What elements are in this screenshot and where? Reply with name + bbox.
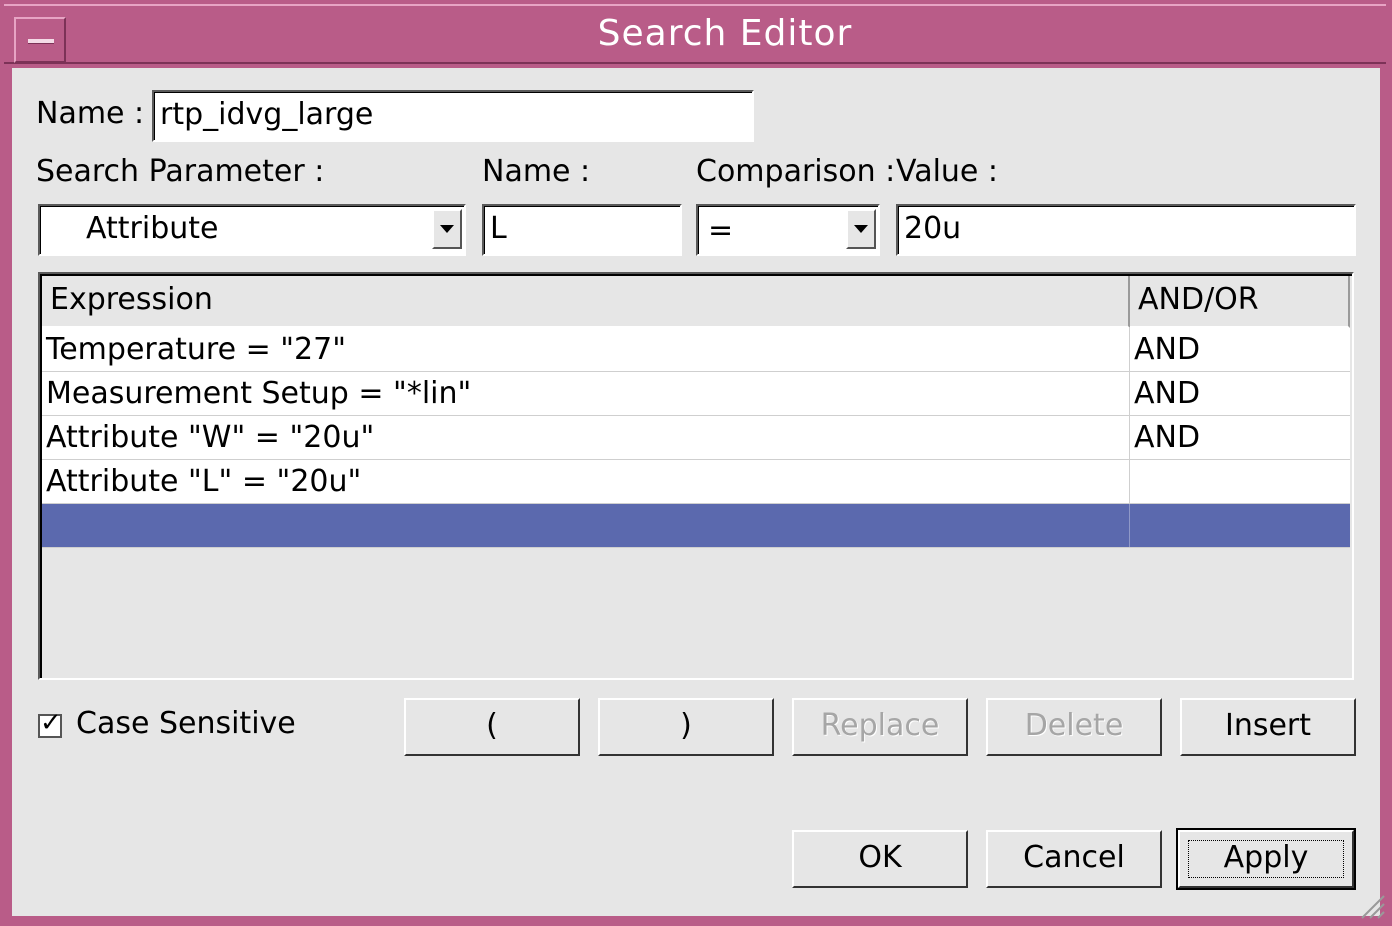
column-header-andor[interactable]: AND/OR — [1130, 276, 1350, 328]
open-paren-button[interactable]: ( — [404, 698, 580, 756]
focus-ring — [1188, 840, 1344, 878]
value-input[interactable]: 20u — [896, 204, 1356, 256]
window-title: Search Editor — [597, 13, 853, 54]
parameter-name-input[interactable]: L — [482, 204, 682, 256]
dropdown-arrow-icon[interactable] — [432, 209, 462, 249]
case-sensitive-checkbox[interactable]: ✓ — [38, 708, 62, 738]
table-header: Expression AND/OR — [42, 276, 1350, 328]
andor-cell: AND — [1134, 376, 1201, 411]
andor-cell: AND — [1134, 420, 1201, 455]
expression-cell — [42, 504, 1130, 547]
comparison-label: Comparison : — [696, 154, 896, 189]
insert-button[interactable]: Insert — [1180, 698, 1356, 756]
name-input[interactable]: rtp_idvg_large — [152, 90, 754, 142]
value-label: Value : — [896, 154, 999, 189]
close-paren-button[interactable]: ) — [598, 698, 774, 756]
case-sensitive-label[interactable]: Case Sensitive — [76, 706, 296, 741]
column-header-expression[interactable]: Expression — [42, 276, 1130, 328]
ok-button[interactable]: OK — [792, 830, 968, 888]
delete-button[interactable]: Delete — [986, 698, 1162, 756]
apply-button[interactable]: Apply — [1176, 828, 1356, 890]
resize-grip-icon[interactable] — [1358, 892, 1386, 920]
search-parameter-selected: Attribute — [86, 211, 219, 246]
comparison-selected: = — [708, 213, 734, 248]
expression-cell: Attribute "W" = "20u" — [42, 416, 1130, 459]
andor-cell — [1130, 504, 1350, 547]
name-label: Name : — [36, 96, 145, 131]
search-parameter-select[interactable]: Attribute — [38, 204, 466, 256]
andor-cell — [1130, 460, 1350, 503]
expression-cell: Temperature = "27" — [42, 328, 1130, 371]
dropdown-arrow-icon[interactable] — [846, 209, 876, 249]
title-bar[interactable]: Search Editor — [4, 4, 1386, 64]
replace-button[interactable]: Replace — [792, 698, 968, 756]
window-menu-button[interactable] — [14, 17, 66, 63]
dialog-body: Name : rtp_idvg_large Search Parameter :… — [12, 68, 1380, 916]
expression-cell: Measurement Setup = "*lin" — [42, 372, 1130, 415]
comparison-select[interactable]: = — [696, 204, 880, 256]
checkmark-icon: ✓ — [40, 708, 62, 738]
parameter-name-label: Name : — [482, 154, 591, 189]
search-editor-window: Search Editor Name : rtp_idvg_large Sear… — [0, 0, 1392, 926]
table-row[interactable]: Attribute "L" = "20u" — [42, 460, 1350, 504]
table-row[interactable]: Temperature = "27" AND — [42, 328, 1350, 372]
expression-cell: Attribute "L" = "20u" — [42, 460, 1130, 503]
cancel-button[interactable]: Cancel — [986, 830, 1162, 888]
window-menu-icon — [28, 39, 54, 44]
table-row-selected[interactable] — [42, 504, 1350, 548]
table-row[interactable]: Measurement Setup = "*lin" AND — [42, 372, 1350, 416]
expression-table[interactable]: Expression AND/OR Temperature = "27" AND… — [38, 272, 1354, 680]
search-parameter-label: Search Parameter : — [36, 154, 325, 189]
table-row[interactable]: Attribute "W" = "20u" AND — [42, 416, 1350, 460]
andor-cell: AND — [1134, 332, 1201, 367]
